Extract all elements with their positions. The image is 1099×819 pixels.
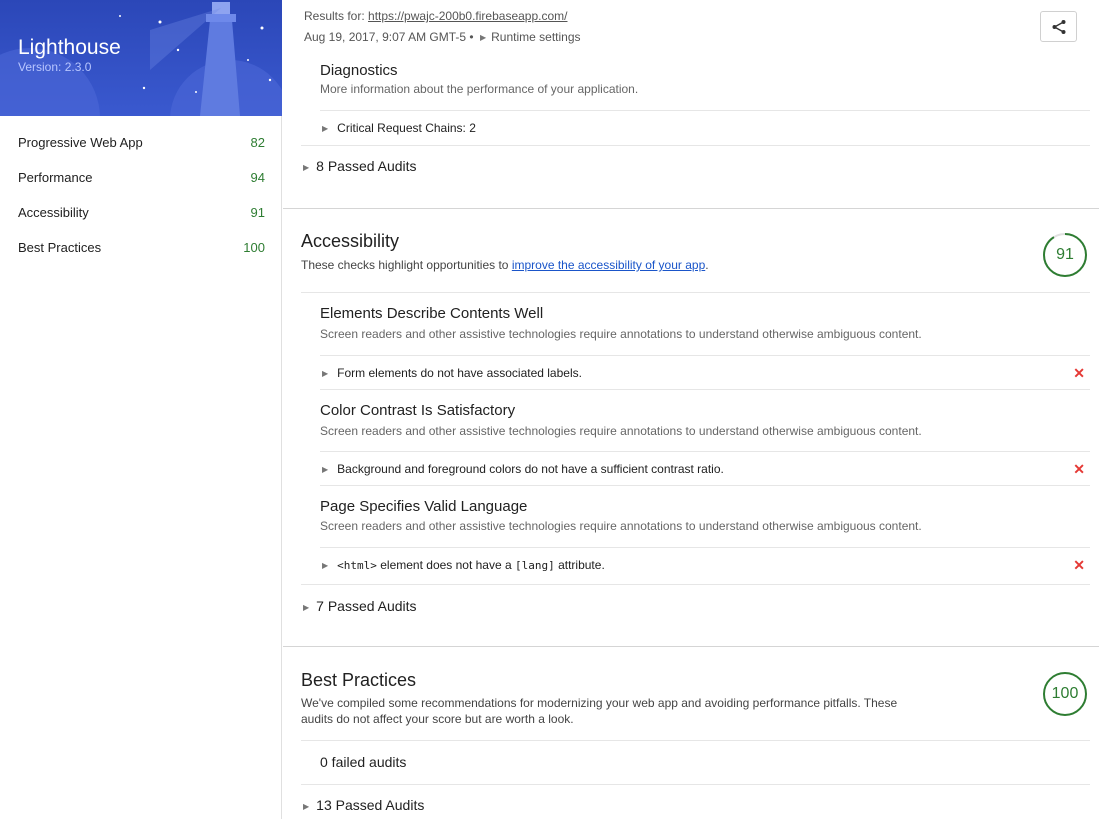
report-header: Results for: https://pwajc-200b0.firebas… <box>283 0 1099 52</box>
sidebar-item-score: 82 <box>250 135 265 150</box>
description-line: We've compiled some recommendations for … <box>301 696 898 710</box>
color-contrast-audit[interactable]: ▶ Background and foreground colors do not… <box>320 461 1090 477</box>
group-description: Screen readers and other assistive techn… <box>320 327 922 341</box>
lighthouse-banner: Lighthouse Version: 2.3.0 <box>0 0 282 116</box>
sidebar-item-label: Best Practices <box>18 240 102 255</box>
triangle-right-icon: ▶ <box>303 603 310 612</box>
failed-audits-label: 0 failed audits <box>320 754 407 770</box>
form-labels-audit[interactable]: ▶ Form elements do not have associated la… <box>320 365 1090 381</box>
triangle-right-icon: ▶ <box>479 33 487 42</box>
audit-label: Background and foreground colors do not … <box>337 462 724 476</box>
divider <box>301 584 1090 585</box>
group-description: Screen readers and other assistive techn… <box>320 424 922 438</box>
app-version: Version: 2.3.0 <box>18 60 92 74</box>
share-icon <box>1052 19 1065 34</box>
triangle-right-icon: ▶ <box>322 369 329 378</box>
share-button[interactable] <box>1040 11 1077 42</box>
report-main: Results for: https://pwajc-200b0.firebas… <box>283 0 1099 819</box>
triangle-right-icon: ▶ <box>322 124 329 133</box>
divider <box>320 355 1090 356</box>
report-meta: Aug 19, 2017, 9:07 AM GMT-5 • ▶ Runtime s… <box>304 30 581 44</box>
results-prefix: Results for: <box>304 9 365 23</box>
sidebar-item-label: Accessibility <box>18 205 89 220</box>
sidebar-item-score: 94 <box>250 170 265 185</box>
html-lang-audit[interactable]: ▶ <html> element does not have a [lang] a… <box>320 557 1090 573</box>
sidebar-item-label: Performance <box>18 170 93 185</box>
sidebar-item-score: 100 <box>243 240 265 255</box>
sidebar-item-label: Progressive Web App <box>18 135 143 150</box>
passed-audits-label: 13 Passed Audits <box>316 797 425 813</box>
divider <box>301 145 1090 146</box>
group-title: Page Specifies Valid Language <box>320 498 528 515</box>
diagnostics-title: Diagnostics <box>320 62 398 79</box>
triangle-right-icon: ▶ <box>303 163 310 172</box>
app-title: Lighthouse <box>18 36 121 59</box>
passed-audits-label: 8 Passed Audits <box>316 158 417 174</box>
accessibility-title: Accessibility <box>301 231 400 251</box>
accessibility-passed-audits[interactable]: ▶ 7 Passed Audits <box>301 598 417 614</box>
audit-label: attribute. <box>554 558 605 572</box>
triangle-right-icon: ▶ <box>322 561 329 570</box>
runtime-settings-label: Runtime settings <box>491 30 581 44</box>
report-date: Aug 19, 2017, 9:07 AM GMT-5 • <box>304 30 474 44</box>
critical-request-chains-audit[interactable]: ▶ Critical Request Chains: 2 <box>320 121 1090 135</box>
sidebar-item-accessibility[interactable]: Accessibility 91 <box>0 195 282 230</box>
best-practices-score-gauge: 100 <box>1042 671 1088 717</box>
accessibility-score-gauge: 91 <box>1042 232 1088 278</box>
divider <box>301 740 1090 741</box>
group-title: Color Contrast Is Satisfactory <box>320 402 516 419</box>
description-suffix: . <box>705 258 709 272</box>
group-description: Screen readers and other assistive techn… <box>320 519 922 533</box>
passed-audits-label: 7 Passed Audits <box>316 598 417 614</box>
divider <box>301 784 1090 785</box>
triangle-right-icon: ▶ <box>322 465 329 474</box>
close-icon: ✕ <box>1073 365 1085 381</box>
sidebar-item-score: 91 <box>250 205 265 220</box>
best-practices-description: We've compiled some recommendations for … <box>301 695 897 727</box>
close-icon: ✕ <box>1073 461 1085 477</box>
divider <box>301 292 1090 293</box>
sidebar-item-pwa[interactable]: Progressive Web App 82 <box>0 125 282 160</box>
audit-label: Form elements do not have associated lab… <box>337 366 582 380</box>
close-icon: ✕ <box>1073 557 1085 573</box>
improve-accessibility-link[interactable]: improve the accessibility of your app <box>512 258 705 272</box>
audit-label: element does not have a <box>376 558 515 572</box>
divider <box>320 485 1090 486</box>
best-practices-title: Best Practices <box>301 670 417 690</box>
description-text: These checks highlight opportunities to <box>301 258 509 272</box>
group-title: Elements Describe Contents Well <box>320 305 544 322</box>
audit-label: Critical Request Chains: 2 <box>337 121 476 135</box>
triangle-right-icon: ▶ <box>303 802 310 811</box>
best-practices-passed-audits[interactable]: ▶ 13 Passed Audits <box>301 797 424 813</box>
divider <box>320 110 1090 111</box>
section-divider <box>283 646 1099 647</box>
divider <box>320 451 1090 452</box>
results-for: Results for: https://pwajc-200b0.firebas… <box>304 9 567 23</box>
best-practices-score: 100 <box>1051 685 1079 702</box>
accessibility-score: 91 <box>1056 246 1074 263</box>
audit-code: <html> <box>337 559 377 572</box>
results-url-link[interactable]: https://pwajc-200b0.firebaseapp.com/ <box>368 9 567 23</box>
category-list: Progressive Web App 82 Performance 94 Ac… <box>0 125 282 265</box>
runtime-settings-toggle[interactable]: ▶ Runtime settings <box>477 30 581 44</box>
diagnostics-description: More information about the performance o… <box>320 82 639 96</box>
divider <box>320 547 1090 548</box>
sidebar-item-performance[interactable]: Performance 94 <box>0 160 282 195</box>
performance-passed-audits[interactable]: ▶ 8 Passed Audits <box>301 158 417 174</box>
description-line: audits do not affect your score but are … <box>301 712 574 726</box>
audit-code: [lang] <box>515 559 555 572</box>
sidebar: Lighthouse Version: 2.3.0 Progressive We… <box>0 0 282 819</box>
divider <box>320 389 1090 390</box>
section-divider <box>283 208 1099 209</box>
sidebar-item-best-practices[interactable]: Best Practices 100 <box>0 230 282 265</box>
accessibility-description: These checks highlight opportunities to … <box>301 257 709 273</box>
